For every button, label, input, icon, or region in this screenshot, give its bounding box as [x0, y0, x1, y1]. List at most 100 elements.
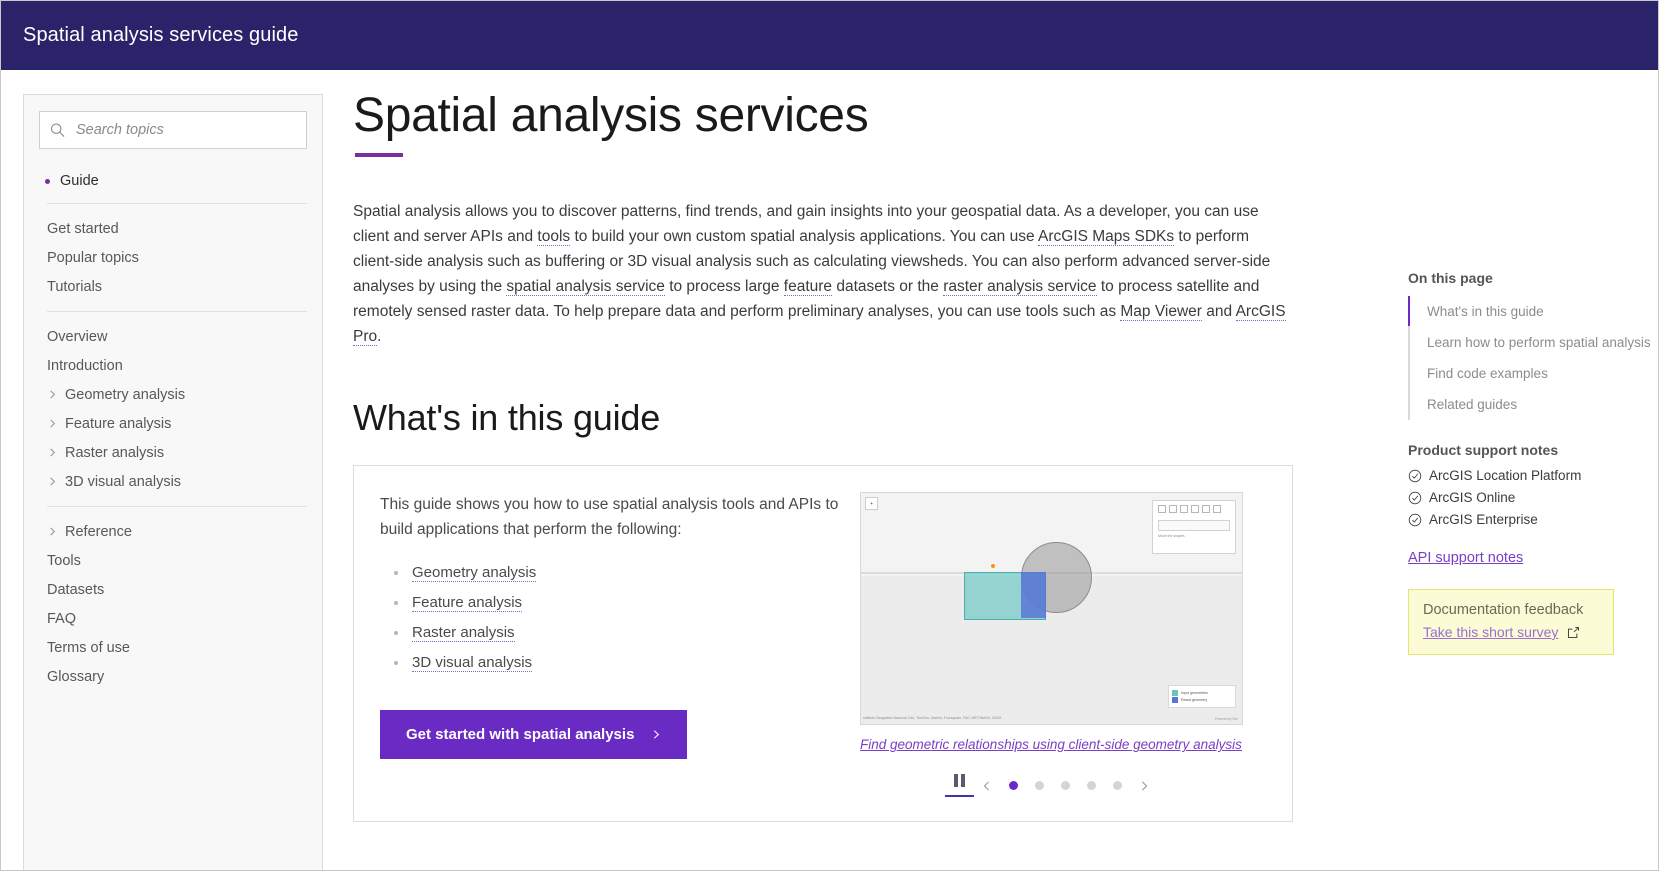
card-link-feature-analysis[interactable]: Feature analysis	[412, 594, 522, 612]
sidebar-item-3d-visual-analysis[interactable]: 3D visual analysis	[39, 467, 307, 496]
intro-paragraph: Spatial analysis allows you to discover …	[353, 199, 1288, 349]
sidebar-item-introduction[interactable]: Introduction	[39, 351, 307, 380]
tool-icon-rectangle[interactable]	[1202, 505, 1210, 513]
card-link-raster-analysis[interactable]: Raster analysis	[412, 624, 515, 642]
carousel-dot-3[interactable]	[1061, 781, 1070, 790]
card-link-3d-visual-analysis[interactable]: 3D visual analysis	[412, 654, 532, 672]
check-circle-icon	[1408, 513, 1422, 527]
guide-card: This guide shows you how to use spatial …	[353, 465, 1293, 822]
right-rail: On this page What's in this guide Learn …	[1408, 70, 1658, 655]
sidebar-group-reference: Reference Tools Datasets FAQ Terms of us…	[39, 517, 307, 699]
card-left-column: This guide shows you how to use spatial …	[380, 492, 840, 797]
support-item-label: ArcGIS Online	[1429, 490, 1515, 505]
bullet-icon	[394, 631, 398, 635]
media-caption-link[interactable]: Find geometric relationships using clien…	[860, 737, 1243, 752]
link-spatial-analysis-service[interactable]: spatial analysis service	[506, 278, 665, 296]
sidebar-item-reference[interactable]: Reference	[39, 517, 307, 546]
link-tools[interactable]: tools	[537, 228, 570, 246]
sidebar-item-label: Popular topics	[47, 250, 139, 266]
intro-text-7: and	[1202, 303, 1236, 320]
link-arcgis-maps-sdks[interactable]: ArcGIS Maps SDKs	[1038, 228, 1174, 246]
carousel-pause-button[interactable]	[954, 774, 965, 797]
map-attribution: Instituto Geografico Nacional, Esri, Tom…	[863, 716, 1001, 720]
sidebar-item-tutorials[interactable]: Tutorials	[39, 272, 307, 301]
carousel-controls	[860, 774, 1243, 797]
sidebar-item-tools[interactable]: Tools	[39, 546, 307, 575]
check-circle-icon	[1408, 491, 1422, 505]
carousel-dot-1[interactable]	[1009, 781, 1018, 790]
search-box[interactable]	[39, 111, 307, 149]
chevron-right-icon	[47, 389, 58, 400]
list-item: Raster analysis	[380, 624, 840, 642]
map-tool-icons	[1153, 501, 1235, 517]
app-header: Spatial analysis services guide	[1, 1, 1658, 70]
section-title: What's in this guide	[353, 397, 1394, 439]
tool-icon-circle[interactable]	[1213, 505, 1221, 513]
toc-item-whats-in-this-guide[interactable]: What's in this guide	[1410, 296, 1658, 327]
sidebar-item-overview[interactable]: Overview	[39, 322, 307, 351]
card-link-geometry-analysis[interactable]: Geometry analysis	[412, 564, 536, 582]
search-input[interactable]	[74, 121, 291, 139]
feedback-link-row: Take this short survey	[1423, 624, 1599, 640]
sidebar-item-geometry-analysis[interactable]: Geometry analysis	[39, 380, 307, 409]
map-tool-panel: Move the shapes	[1152, 500, 1236, 554]
api-support-notes-link[interactable]: API support notes	[1408, 550, 1523, 566]
carousel-dot-4[interactable]	[1087, 781, 1096, 790]
support-item-arcgis-online: ArcGIS Online	[1408, 490, 1658, 505]
map-preview[interactable]: + Move the shapes	[860, 492, 1243, 725]
check-circle-icon	[1408, 469, 1422, 483]
support-item-label: ArcGIS Enterprise	[1429, 512, 1538, 527]
get-started-button[interactable]: Get started with spatial analysis	[380, 710, 687, 759]
tool-icon-line[interactable]	[1169, 505, 1177, 513]
list-item: 3D visual analysis	[380, 654, 840, 672]
carousel-next-icon[interactable]	[1139, 781, 1149, 791]
sidebar-item-label: Raster analysis	[65, 445, 164, 461]
sidebar-item-get-started[interactable]: Get started	[39, 214, 307, 243]
toc-item-find-code-examples[interactable]: Find code examples	[1410, 358, 1658, 389]
sidebar-item-guide[interactable]: Guide	[39, 167, 307, 201]
bullet-icon	[394, 661, 398, 665]
sidebar: Guide Get started Popular topics Tutoria…	[23, 94, 323, 871]
app-title: Spatial analysis services guide	[23, 24, 298, 47]
sidebar-item-label: Guide	[60, 173, 99, 189]
support-title: Product support notes	[1408, 442, 1658, 458]
documentation-page: Spatial analysis services guide Guide Ge…	[0, 0, 1659, 871]
page-body: Guide Get started Popular topics Tutoria…	[1, 70, 1658, 871]
sidebar-item-feature-analysis[interactable]: Feature analysis	[39, 409, 307, 438]
carousel-prev-icon[interactable]	[982, 781, 992, 791]
toc-item-learn-how-to-perform-spatial-analysis[interactable]: Learn how to perform spatial analysis	[1410, 327, 1658, 358]
tool-icon-polyline[interactable]	[1180, 505, 1188, 513]
tool-icon-polygon[interactable]	[1191, 505, 1199, 513]
carousel-dot-2[interactable]	[1035, 781, 1044, 790]
support-item-arcgis-enterprise: ArcGIS Enterprise	[1408, 512, 1658, 527]
sidebar-item-datasets[interactable]: Datasets	[39, 575, 307, 604]
toc-item-related-guides[interactable]: Related guides	[1410, 389, 1658, 420]
link-map-viewer[interactable]: Map Viewer	[1120, 303, 1202, 321]
legend-swatch-input	[1172, 690, 1178, 696]
map-operation-select[interactable]	[1158, 520, 1230, 531]
link-raster-analysis-service[interactable]: raster analysis service	[943, 278, 1096, 296]
sidebar-item-label: Tutorials	[47, 279, 102, 295]
feedback-survey-link[interactable]: Take this short survey	[1423, 624, 1558, 640]
sidebar-item-popular-topics[interactable]: Popular topics	[39, 243, 307, 272]
list-item: Feature analysis	[380, 594, 840, 612]
map-zoom-in-button[interactable]: +	[865, 497, 878, 510]
tool-icon-point[interactable]	[1158, 505, 1166, 513]
documentation-feedback-box: Documentation feedback Take this short s…	[1408, 589, 1614, 655]
carousel-dot-5[interactable]	[1113, 781, 1122, 790]
page-title: Spatial analysis services	[353, 88, 1394, 143]
toc-active-indicator	[1408, 296, 1410, 326]
sidebar-item-raster-analysis[interactable]: Raster analysis	[39, 438, 307, 467]
sidebar-item-label: Feature analysis	[65, 416, 171, 432]
intro-text-4: to process large	[665, 278, 784, 295]
link-feature[interactable]: feature	[784, 278, 832, 296]
sidebar-item-faq[interactable]: FAQ	[39, 604, 307, 633]
sidebar-item-label: Glossary	[47, 669, 104, 685]
sidebar-item-glossary[interactable]: Glossary	[39, 662, 307, 691]
legend-label: Input geometries	[1181, 691, 1208, 695]
sidebar-item-label: 3D visual analysis	[65, 474, 181, 490]
chevron-right-icon	[47, 418, 58, 429]
legend-row: Input geometries	[1172, 690, 1232, 696]
sidebar-item-terms-of-use[interactable]: Terms of use	[39, 633, 307, 662]
active-bullet-icon	[45, 179, 50, 184]
